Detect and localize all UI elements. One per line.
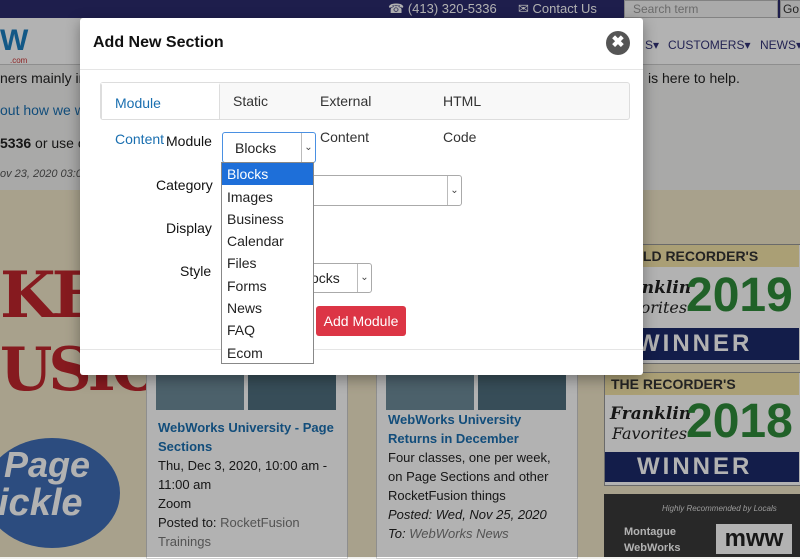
modal-title: Add New Section: [93, 34, 224, 51]
category-select[interactable]: ⌄: [310, 175, 462, 206]
option-faq[interactable]: FAQ: [222, 319, 313, 341]
tab-module-content[interactable]: Module Content: [101, 83, 220, 147]
option-business[interactable]: Business: [222, 208, 313, 230]
module-label: Module: [166, 133, 212, 149]
chevron-down-icon: ⌄: [447, 176, 461, 205]
option-forms[interactable]: Forms: [222, 275, 313, 297]
category-label: Category: [156, 177, 213, 193]
close-icon: ✖: [611, 34, 625, 51]
tab-external-content[interactable]: External Content: [307, 83, 430, 145]
option-files[interactable]: Files: [222, 252, 313, 274]
style-select[interactable]: ocks ⌄: [310, 263, 372, 293]
modal-footer-divider: [80, 349, 643, 350]
chevron-down-icon: ⌄: [357, 264, 371, 292]
display-label: Display: [166, 220, 212, 236]
style-select-value: ocks: [311, 270, 340, 286]
style-label: Style: [180, 263, 212, 279]
option-images[interactable]: Images: [222, 186, 313, 208]
tab-static-text[interactable]: Static Text: [220, 83, 307, 145]
option-news[interactable]: News: [222, 297, 313, 319]
option-calendar[interactable]: Calendar: [222, 230, 313, 252]
chevron-down-icon: ⌄: [301, 133, 315, 162]
module-select-value: Blocks: [235, 140, 277, 156]
modal-header: Add New Section ✖: [80, 18, 643, 70]
tab-html-code[interactable]: HTML Code: [430, 83, 530, 145]
option-blocks[interactable]: Blocks: [222, 163, 313, 185]
add-section-modal: Add New Section ✖ Module Content Static …: [80, 18, 643, 375]
add-module-button[interactable]: Add Module: [316, 306, 406, 336]
module-options-list: Blocks Images Business Calendar Files Fo…: [221, 162, 314, 364]
module-select[interactable]: Blocks ⌄: [222, 132, 316, 163]
section-type-tabs: Module Content Static Text External Cont…: [100, 82, 630, 147]
option-ecom[interactable]: Ecom: [222, 342, 313, 364]
close-button[interactable]: ✖: [606, 31, 630, 55]
